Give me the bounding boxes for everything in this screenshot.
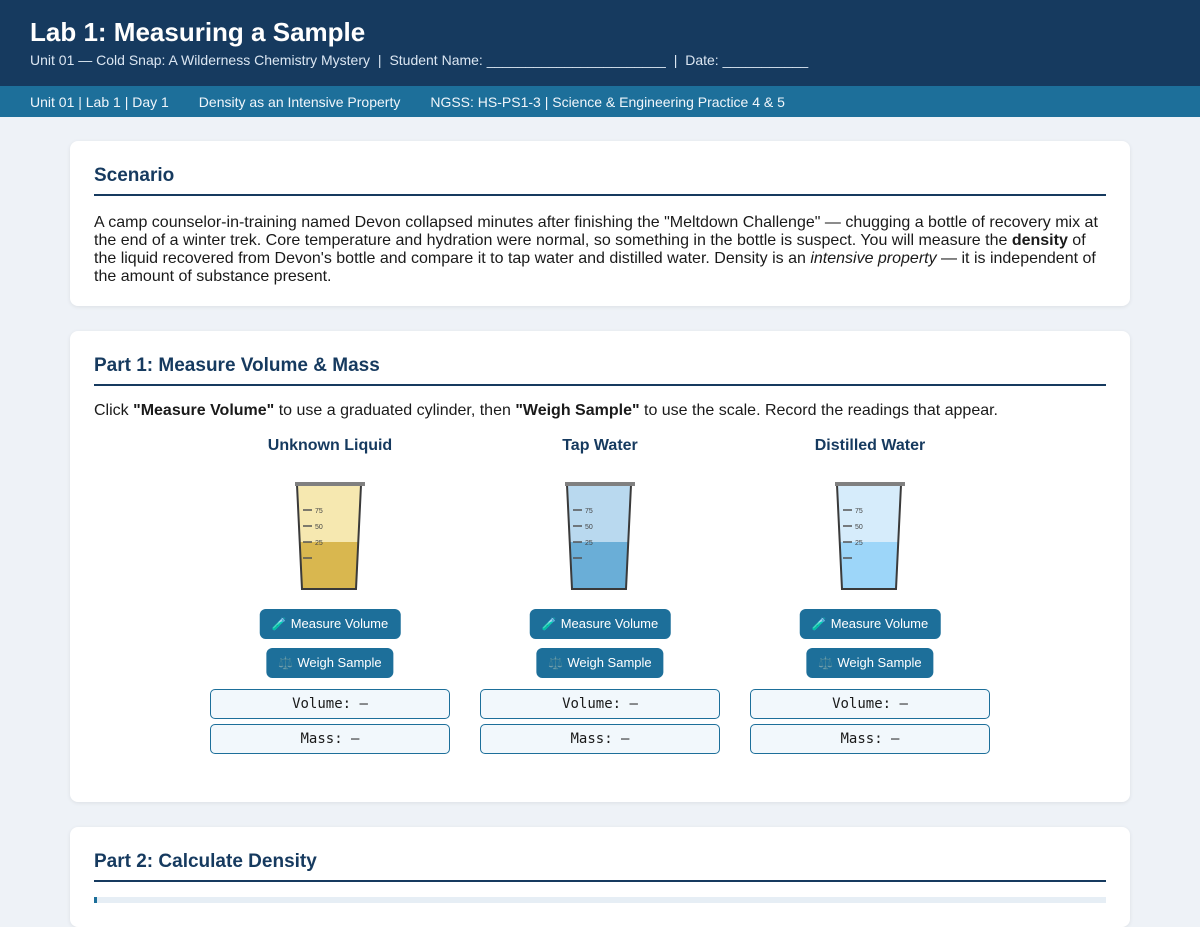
measure-volume-button[interactable]: 🧪 Measure Volume [529,609,671,639]
sample-title: Distilled Water [814,437,926,454]
part1-heading: Part 1: Measure Volume & Mass [94,355,1106,386]
tick-label: 50 [315,524,323,531]
cylinder-rim [565,482,635,486]
scale-icon: ⚖️ [548,656,564,670]
lesson-topic: Density as an Intensive Property [198,93,401,110]
lesson-standards: NGSS: HS-PS1-3 | Science & Engineering P… [430,93,785,110]
test-tube-icon: 🧪 [811,617,827,631]
cylinder-liquid [569,542,629,589]
date-field: Date: ___________ [685,52,809,68]
tick-label: 25 [315,540,323,547]
separator: | [377,52,382,68]
page-title: Lab 1: Measuring a Sample [30,17,366,47]
test-tube-icon: 🧪 [271,617,287,631]
measure-volume-button[interactable]: 🧪 Measure Volume [799,609,941,639]
mass-readout: Mass: — [750,724,990,754]
part1-card: Part 1: Measure Volume & Mass Click "Mea… [70,331,1130,802]
page-header: Lab 1: Measuring a Sample Unit 01 — Cold… [0,0,1200,86]
weigh-sample-button[interactable]: ⚖️ Weigh Sample [536,648,664,678]
weigh-sample-button[interactable]: ⚖️ Weigh Sample [806,648,934,678]
weigh-sample-button[interactable]: ⚖️ Weigh Sample [266,648,394,678]
volume-readout: Volume: — [750,689,990,719]
tick-label: 50 [585,524,593,531]
student-name-field: Student Name: _______________________ [389,52,666,68]
mass-readout: Mass: — [210,724,450,754]
measure-volume-button[interactable]: 🧪 Measure Volume [259,609,401,639]
sample-unknown-liquid: Unknown Liquid 75 50 25 🧪 Measure Volume … [210,437,450,754]
cylinder-rim [295,482,365,486]
scenario-text: A camp counselor-in-training named Devon… [94,214,1098,285]
scale-icon: ⚖️ [278,656,294,670]
graduated-cylinder: 75 50 25 [565,482,635,590]
volume-readout: Volume: — [480,689,720,719]
test-tube-icon: 🧪 [541,617,557,631]
sample-tap-water: Tap Water 75 50 25 🧪 Measure Volume ⚖️ Wei… [480,437,720,754]
tick-label: 75 [585,508,593,515]
graduated-cylinder: 75 50 25 [835,482,905,590]
tick-label: 75 [315,508,323,515]
graduated-cylinder: 75 50 25 [295,482,365,590]
part2-heading: Part 2: Calculate Density [94,851,1106,882]
sample-title: Unknown Liquid [267,437,393,454]
scenario-heading: Scenario [94,165,1106,196]
part2-content-strip [94,897,1106,903]
volume-readout: Volume: — [210,689,450,719]
lesson-info: Unit 01 | Lab 1 | Day 1 [30,93,169,110]
lesson-bar: Unit 01 | Lab 1 | Day 1 Density as an In… [0,86,1200,117]
scenario-card: Scenario A camp counselor-in-training na… [70,141,1130,306]
tick-label: 25 [855,540,863,547]
cylinder-liquid [299,542,359,589]
part1-instructions: Click "Measure Volume" to use a graduate… [94,402,998,419]
scale-icon: ⚖️ [818,656,834,670]
cylinder-rim [835,482,905,486]
mass-readout: Mass: — [480,724,720,754]
emphasis-density: density [1011,232,1068,249]
separator: | [673,52,678,68]
tick-label: 50 [855,524,863,531]
part2-card: Part 2: Calculate Density [70,827,1130,927]
cylinder-liquid [839,542,899,589]
emphasis-intensive: intensive property [810,250,937,267]
tick-label: 25 [585,540,593,547]
tick-label: 75 [855,508,863,515]
unit-title: Unit 01 — Cold Snap: A Wilderness Chemis… [30,52,371,68]
header-subtitle: Unit 01 — Cold Snap: A Wilderness Chemis… [30,52,1170,68]
sample-title: Tap Water [562,437,638,454]
sample-distilled-water: Distilled Water 75 50 25 🧪 Measure Volume… [750,437,990,754]
